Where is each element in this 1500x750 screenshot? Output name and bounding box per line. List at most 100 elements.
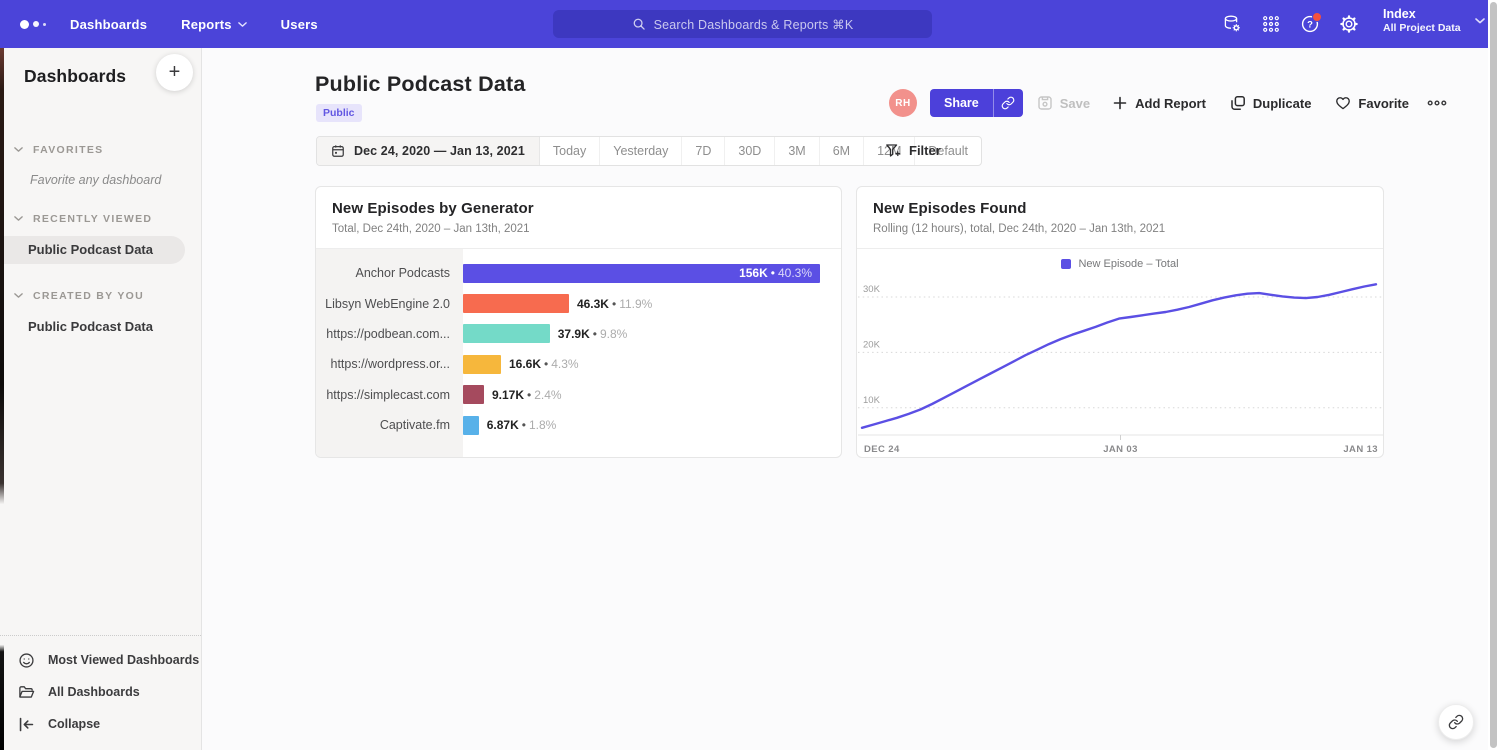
preset-30d[interactable]: 30D xyxy=(725,137,775,165)
section-label: RECENTLY VIEWED xyxy=(33,213,152,225)
primary-nav: Dashboards Reports Users xyxy=(70,17,318,32)
project-name: Index xyxy=(1383,7,1461,22)
share-link-button[interactable] xyxy=(993,89,1023,117)
line-series[interactable] xyxy=(862,284,1376,428)
date-range-bar: Dec 24, 2020 — Jan 13, 2021 TodayYesterd… xyxy=(316,136,982,166)
x-axis-tick-label: JAN 03 xyxy=(1103,444,1138,455)
share-button[interactable]: Share xyxy=(930,89,993,117)
bar-category-label: Libsyn WebEngine 2.0 xyxy=(316,297,463,311)
background-window-sliver xyxy=(0,48,4,750)
bar-segment[interactable] xyxy=(463,385,484,404)
nav-item-dashboards[interactable]: Dashboards xyxy=(70,17,147,32)
bar-segment[interactable] xyxy=(463,416,479,435)
create-dashboard-button[interactable]: + xyxy=(156,54,193,91)
page-title: Public Podcast Data xyxy=(315,72,526,97)
bar-percent: 4.3% xyxy=(551,357,578,371)
chevron-down-icon xyxy=(238,22,247,27)
data-sources-icon[interactable] xyxy=(1222,14,1242,34)
save-button[interactable]: Save xyxy=(1037,95,1090,111)
bar-value-label: 6.87K•1.8% xyxy=(487,418,557,432)
top-navigation: Dashboards Reports Users Search Dashboards… xyxy=(0,0,1488,48)
chart-title: New Episodes Found xyxy=(873,200,1367,217)
bar-percent: 40.3% xyxy=(778,266,812,280)
sidebar: Dashboards + FAVORITESFavorite any dashb… xyxy=(0,48,202,750)
more-options-button[interactable] xyxy=(1427,99,1447,107)
app-window: Dashboards Reports Users Search Dashboards… xyxy=(0,0,1500,750)
sidebar-footer-most-viewed-dashboards[interactable]: Most Viewed Dashboards xyxy=(0,644,201,676)
chart-subtitle: Total, Dec 24th, 2020 – Jan 13th, 2021 xyxy=(332,223,825,235)
sidebar-footer-collapse[interactable]: Collapse xyxy=(0,708,201,740)
line-chart-svg: 10K20K30KDEC 24JAN 03JAN 13 xyxy=(858,271,1383,457)
duplicate-icon xyxy=(1230,95,1246,111)
sidebar-header: Dashboards + xyxy=(0,48,201,118)
filter-button[interactable]: Filter xyxy=(885,136,941,164)
line-chart-card: New Episodes Found Rolling (12 hours), t… xyxy=(856,186,1384,458)
help-icon[interactable]: ? xyxy=(1300,14,1320,34)
app-logo[interactable] xyxy=(20,20,46,29)
separator: • xyxy=(541,357,551,371)
avatar[interactable]: RH xyxy=(889,89,917,117)
sidebar-section-0: FAVORITESFavorite any dashboard xyxy=(0,144,201,187)
sidebar-sections: FAVORITESFavorite any dashboard RECENTLY … xyxy=(0,144,201,341)
bar-chart-card: New Episodes by Generator Total, Dec 24t… xyxy=(315,186,842,458)
sidebar-item-public-podcast-data[interactable]: Public Podcast Data xyxy=(0,236,185,264)
bar-percent: 11.9% xyxy=(619,297,652,311)
sidebar-section-1: RECENTLY VIEWED Public Podcast Data xyxy=(0,213,201,264)
preset-3m[interactable]: 3M xyxy=(775,137,819,165)
section-header[interactable]: CREATED BY YOU xyxy=(0,290,201,302)
bar-percent: 9.8% xyxy=(600,327,627,341)
project-switcher[interactable]: Index All Project Data xyxy=(1383,7,1485,35)
preset-6m[interactable]: 6M xyxy=(820,137,864,165)
bar-value: 6.87K xyxy=(487,418,519,432)
bar-segment[interactable] xyxy=(463,355,501,374)
preset-yesterday[interactable]: Yesterday xyxy=(600,137,682,165)
project-switcher-text: Index All Project Data xyxy=(1383,7,1461,35)
footer-item-label: All Dashboards xyxy=(48,685,140,699)
logo-dot xyxy=(43,23,46,26)
separator: • xyxy=(768,266,778,280)
nav-item-users[interactable]: Users xyxy=(281,17,318,32)
share-link-fab[interactable] xyxy=(1438,704,1474,740)
chevron-down-icon xyxy=(14,293,23,298)
calendar-icon xyxy=(331,144,345,158)
separator: • xyxy=(609,297,619,311)
smiley-icon xyxy=(18,652,35,669)
chart-subtitle: Rolling (12 hours), total, Dec 24th, 202… xyxy=(873,223,1367,235)
search-input[interactable]: Search Dashboards & Reports ⌘K xyxy=(553,10,932,38)
bar-category-label: Captivate.fm xyxy=(316,418,463,432)
sidebar-item-public-podcast-data[interactable]: Public Podcast Data xyxy=(0,313,185,341)
plus-icon xyxy=(1112,95,1128,111)
duplicate-label: Duplicate xyxy=(1253,96,1312,111)
date-range-picker[interactable]: Dec 24, 2020 — Jan 13, 2021 xyxy=(317,137,540,165)
bar-track: 37.9K•9.8% xyxy=(463,319,841,349)
logo-dot xyxy=(33,21,39,27)
preset-today[interactable]: Today xyxy=(540,137,600,165)
section-header[interactable]: FAVORITES xyxy=(0,144,201,156)
scrollbar-thumb[interactable] xyxy=(1490,2,1497,748)
add-report-button[interactable]: Add Report xyxy=(1112,95,1206,111)
settings-icon[interactable] xyxy=(1339,14,1359,34)
apps-grid-icon[interactable] xyxy=(1261,14,1281,34)
favorite-button[interactable]: Favorite xyxy=(1335,95,1409,111)
notification-dot xyxy=(1312,12,1322,22)
card-header: New Episodes Found Rolling (12 hours), t… xyxy=(857,187,1383,249)
bar-value-label: 156K•40.3% xyxy=(739,264,812,283)
nav-item-reports[interactable]: Reports xyxy=(181,17,247,32)
duplicate-button[interactable]: Duplicate xyxy=(1230,95,1312,111)
section-header[interactable]: RECENTLY VIEWED xyxy=(0,213,201,225)
sidebar-footer-all-dashboards[interactable]: All Dashboards xyxy=(0,676,201,708)
main-content: Public Podcast Data Public RH Share Save… xyxy=(203,48,1488,750)
bar-segment[interactable] xyxy=(463,324,550,343)
x-axis-tick-label: DEC 24 xyxy=(864,444,900,455)
bar-value-label: 46.3K•11.9% xyxy=(577,297,652,311)
section-empty-text: Favorite any dashboard xyxy=(0,156,201,187)
bar-percent: 1.8% xyxy=(529,418,556,432)
nav-utilities: ? xyxy=(1222,0,1359,48)
bar-segment[interactable]: 156K•40.3% xyxy=(463,264,820,283)
preset-7d[interactable]: 7D xyxy=(682,137,725,165)
sidebar-footer: Most Viewed Dashboards All Dashboards Coll… xyxy=(0,635,201,750)
bar-segment[interactable] xyxy=(463,294,569,313)
bar-percent: 2.4% xyxy=(534,388,561,402)
footer-item-label: Collapse xyxy=(48,717,100,731)
page-scrollbar[interactable] xyxy=(1488,0,1500,750)
